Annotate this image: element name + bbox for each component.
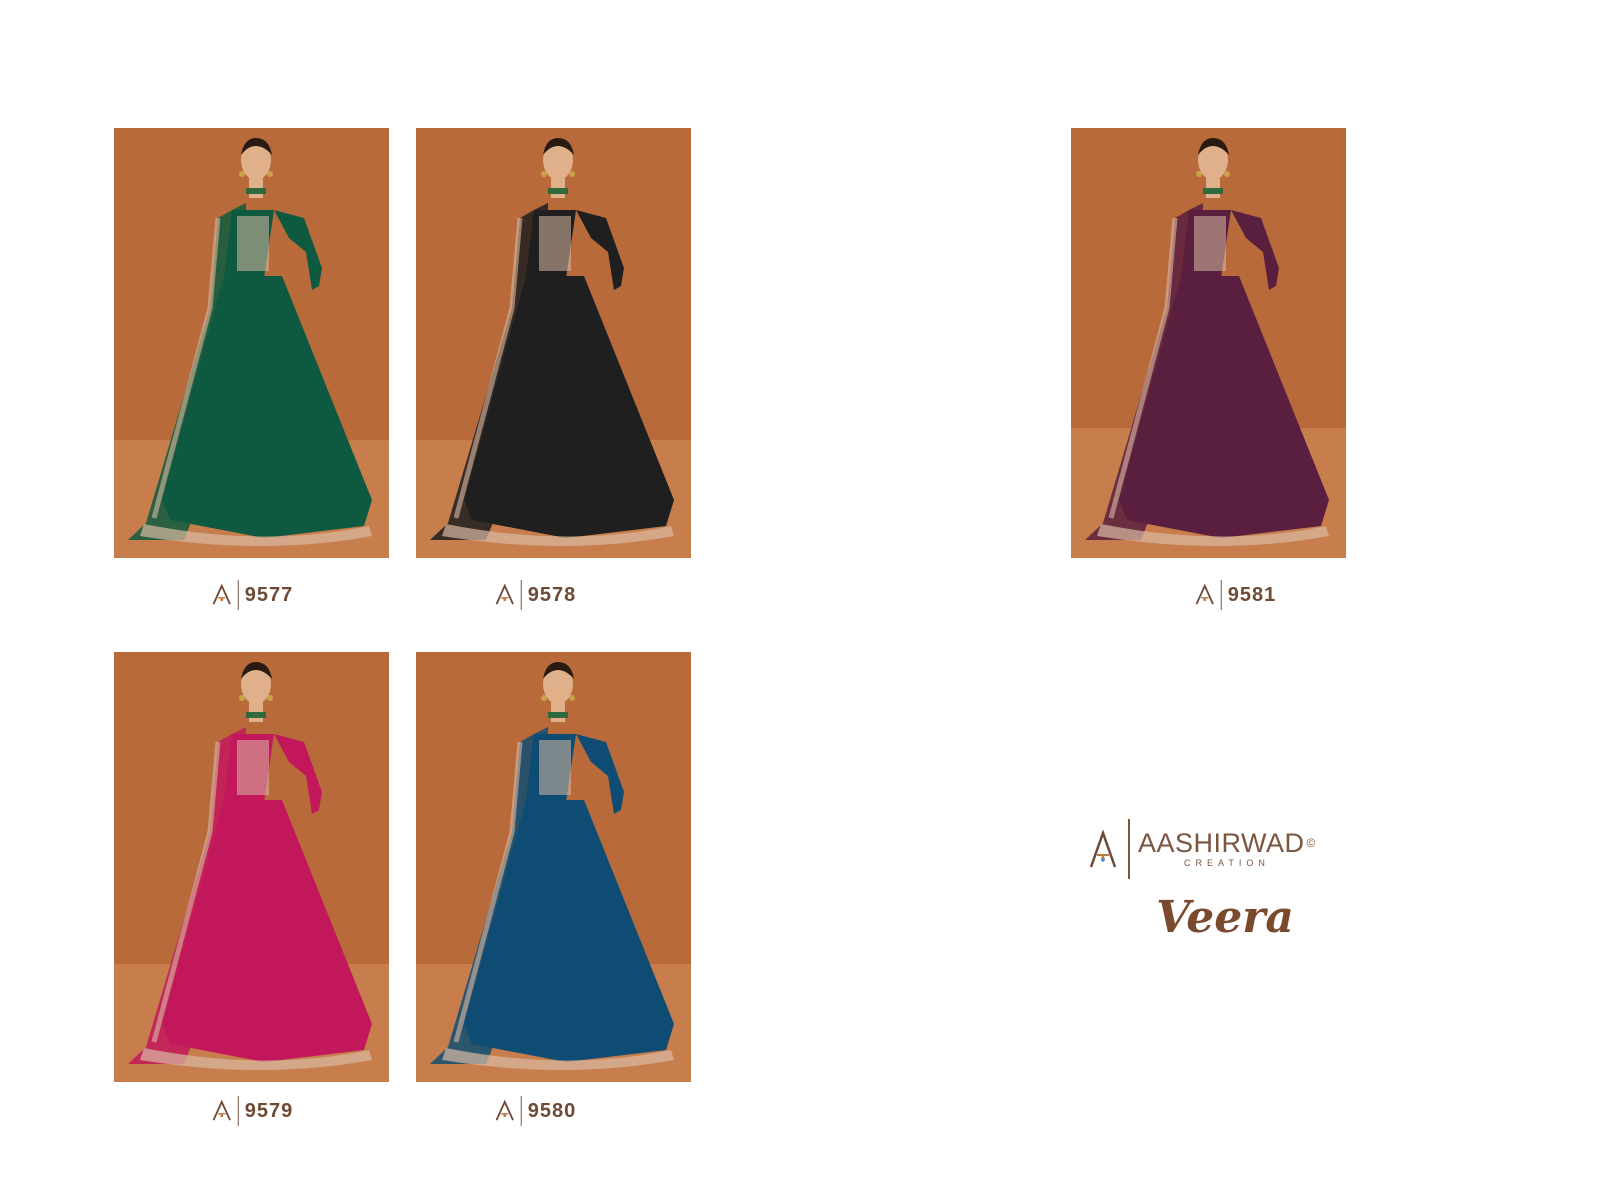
product-image bbox=[1071, 128, 1346, 558]
brand-divider bbox=[1128, 819, 1130, 879]
product-image bbox=[114, 128, 389, 558]
brand-mark-icon bbox=[211, 1100, 233, 1122]
product-card-9579[interactable] bbox=[114, 652, 389, 1082]
divider bbox=[520, 1096, 522, 1126]
brand-logo: AASHIRWAD © CREATION bbox=[1088, 818, 1316, 880]
product-code: 9577 bbox=[244, 583, 294, 606]
product-code-label: 9578 bbox=[494, 580, 577, 610]
product-code: 9578 bbox=[527, 583, 577, 606]
divider bbox=[237, 1096, 239, 1126]
divider bbox=[237, 580, 239, 610]
product-card-9580[interactable] bbox=[416, 652, 691, 1082]
product-image bbox=[416, 128, 691, 558]
brand-subtitle: CREATION bbox=[1184, 858, 1270, 868]
divider bbox=[520, 580, 522, 610]
product-card-9581[interactable] bbox=[1071, 128, 1346, 558]
brand-mark-icon bbox=[211, 584, 233, 606]
product-code: 9581 bbox=[1227, 583, 1277, 606]
product-code: 9579 bbox=[244, 1099, 294, 1122]
product-card-9578[interactable] bbox=[416, 128, 691, 558]
brand-mark-icon bbox=[494, 1100, 516, 1122]
product-code-label: 9581 bbox=[1194, 580, 1277, 610]
brand-mark-icon bbox=[494, 584, 516, 606]
product-card-9577[interactable] bbox=[114, 128, 389, 558]
copyright-mark: © bbox=[1306, 836, 1316, 850]
aashirwad-logo-icon bbox=[1089, 829, 1117, 868]
brand-mark-icon bbox=[1194, 584, 1216, 606]
product-code-label: 9580 bbox=[494, 1096, 577, 1126]
divider bbox=[1220, 580, 1222, 610]
product-code-label: 9579 bbox=[211, 1096, 294, 1126]
product-code-label: 9577 bbox=[211, 580, 294, 610]
product-code: 9580 bbox=[527, 1099, 577, 1122]
product-image bbox=[114, 652, 389, 1082]
product-image bbox=[416, 652, 691, 1082]
collection-name: Veera bbox=[1156, 892, 1294, 943]
brand-name: AASHIRWAD bbox=[1138, 828, 1305, 858]
